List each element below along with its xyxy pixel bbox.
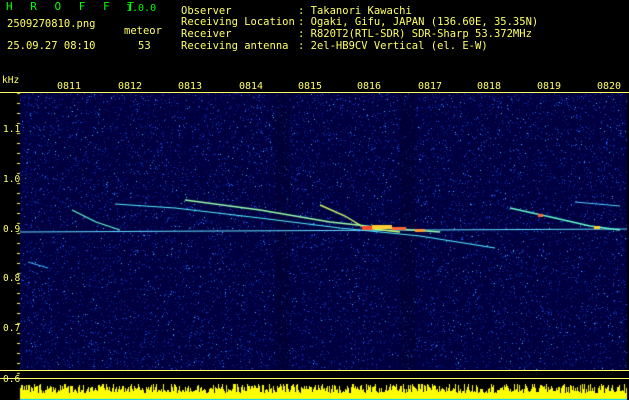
app-version: 1.0.0 bbox=[126, 3, 157, 14]
x-tick-label: 0815 bbox=[298, 81, 323, 92]
app-brand: H R O F F T bbox=[6, 0, 140, 13]
y-tick-label: 1.1 bbox=[3, 124, 21, 135]
plot-top-border bbox=[0, 92, 629, 93]
file-name: 2509270810.png bbox=[7, 18, 96, 30]
meteor-label: meteor bbox=[124, 25, 162, 37]
antenna-label: Receiving antenna bbox=[181, 40, 289, 52]
spectrogram-canvas bbox=[0, 0, 629, 400]
antenna-value: : 2el-HB9CV Vertical (el. E-W) bbox=[298, 40, 488, 52]
y-tick-label: 0.9 bbox=[3, 224, 21, 235]
y-axis-unit: kHz bbox=[2, 75, 20, 86]
x-tick-label: 0812 bbox=[118, 81, 143, 92]
x-tick-label: 0811 bbox=[57, 81, 82, 92]
y-tick-label: 0.7 bbox=[3, 323, 21, 334]
x-tick-label: 0813 bbox=[178, 81, 203, 92]
x-tick-label: 0820 bbox=[597, 81, 622, 92]
level-separator-line bbox=[0, 378, 629, 379]
timestamp: 25.09.27 08:10 bbox=[7, 40, 96, 52]
y-tick-label: 0.6 bbox=[3, 374, 21, 385]
y-tick-label: 0.8 bbox=[3, 273, 21, 284]
x-tick-label: 0818 bbox=[477, 81, 502, 92]
y-tick-label: 1.0 bbox=[3, 174, 21, 185]
x-tick-label: 0816 bbox=[357, 81, 382, 92]
x-tick-label: 0814 bbox=[239, 81, 264, 92]
plot-separator-line bbox=[0, 370, 629, 371]
x-tick-label: 0817 bbox=[418, 81, 443, 92]
x-tick-label: 0819 bbox=[537, 81, 562, 92]
meteor-count: 53 bbox=[138, 40, 151, 52]
